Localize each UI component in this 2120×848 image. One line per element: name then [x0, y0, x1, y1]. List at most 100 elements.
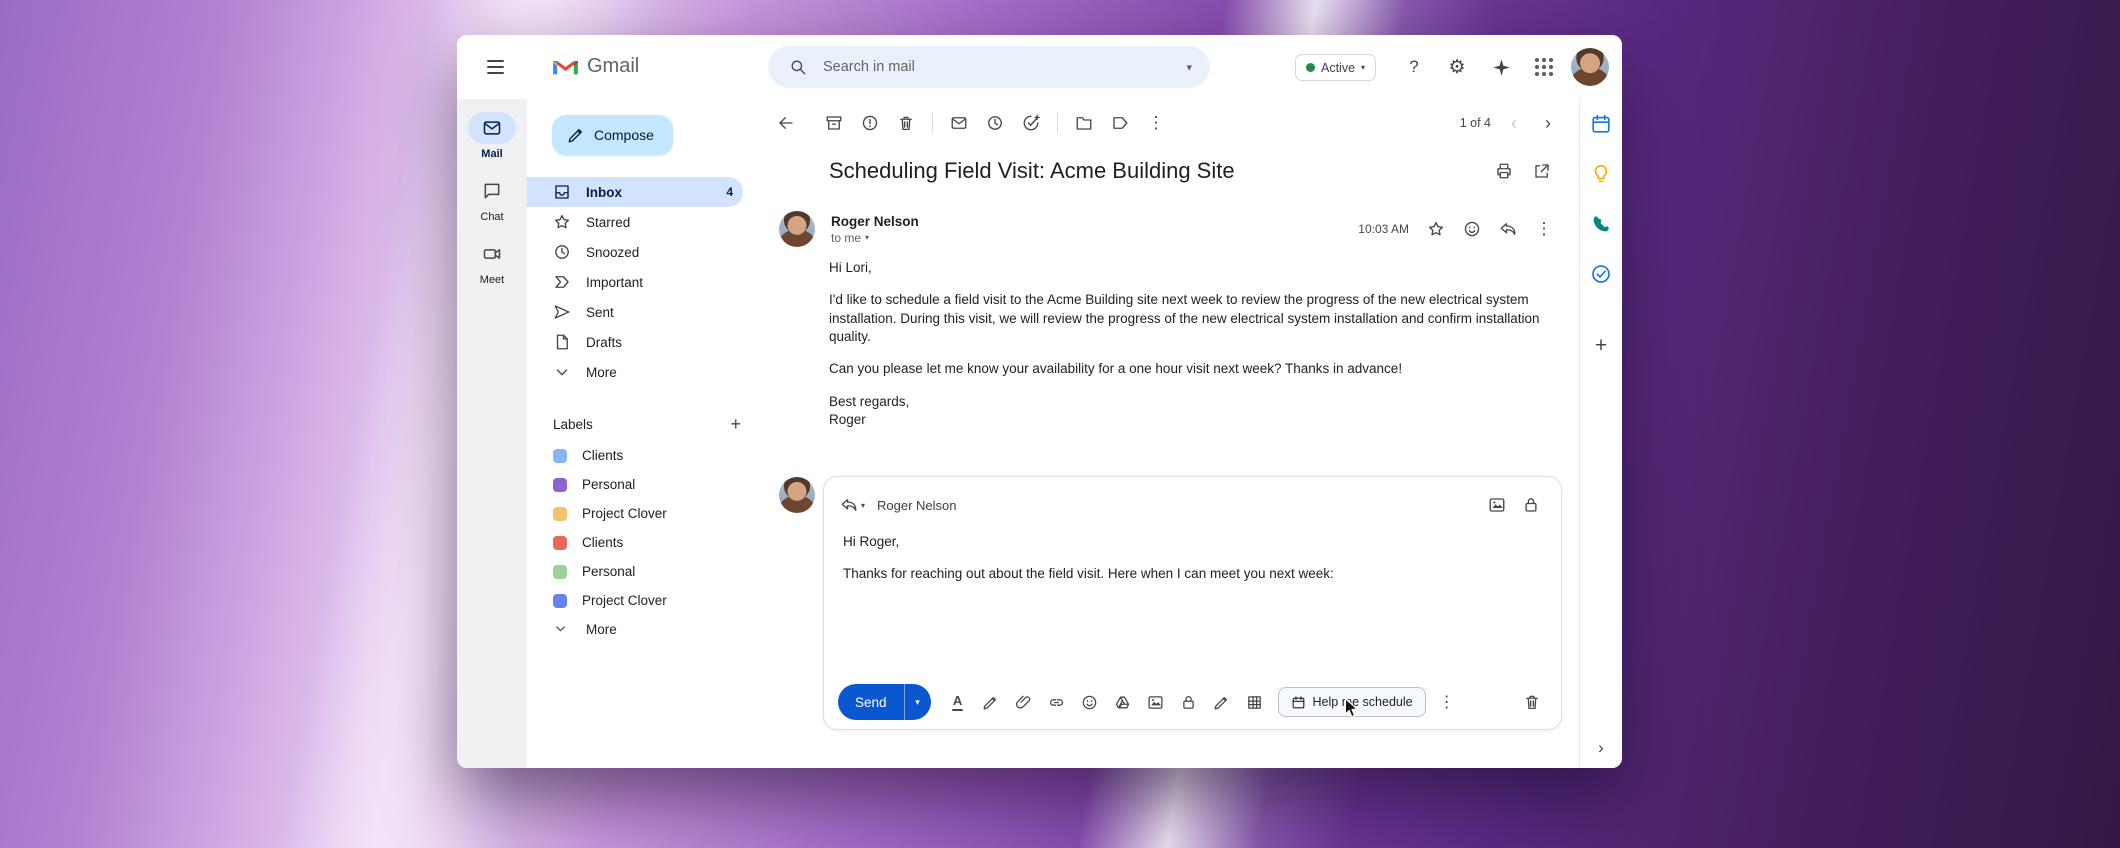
sidebar-item-inbox[interactable]: Inbox 4 — [527, 177, 743, 207]
sender-avatar[interactable] — [779, 211, 815, 247]
body-paragraph: Can you please let me know your availabi… — [829, 360, 1561, 378]
voice-phone-icon[interactable] — [1590, 213, 1612, 235]
google-side-panel: + › — [1579, 99, 1622, 768]
calendar-icon[interactable] — [1590, 113, 1612, 135]
toolbar-group-archive — [817, 106, 923, 140]
discard-draft-trash-icon[interactable] — [1517, 687, 1547, 717]
sidebar-item-more[interactable]: More — [527, 357, 743, 387]
mail-envelope-icon[interactable] — [468, 112, 516, 144]
reply-type-caret-icon[interactable]: ▾ — [861, 501, 865, 510]
inbox-icon — [553, 183, 571, 201]
sidebar-labels-more[interactable]: More — [527, 615, 743, 644]
add-to-tasks-icon[interactable] — [1014, 106, 1048, 140]
message-more-icon[interactable]: ⋮ — [1527, 212, 1561, 246]
refine-draft-pen-icon[interactable] — [978, 689, 1004, 715]
recipient-details-toggle[interactable]: to me ▾ — [831, 231, 919, 245]
formatting-options-icon[interactable]: A — [945, 689, 971, 715]
more-options-icon[interactable]: ⋮ — [1139, 106, 1173, 140]
gmail-logo: Gmail — [552, 55, 639, 78]
print-icon[interactable] — [1487, 154, 1521, 188]
compose-button[interactable]: Compose — [552, 115, 673, 155]
format-letter: A — [952, 694, 963, 711]
send-button[interactable]: Send — [838, 684, 904, 720]
sidebar-item-snoozed[interactable]: Snoozed — [527, 237, 743, 267]
meet-camera-icon[interactable] — [468, 238, 516, 270]
reply-draft-text[interactable]: Hi Roger, Thanks for reaching out about … — [824, 523, 1561, 608]
status-selector[interactable]: Active ▾ — [1295, 54, 1376, 81]
main-menu-icon[interactable] — [478, 50, 512, 84]
help-me-schedule-button[interactable]: Help me schedule — [1278, 687, 1426, 717]
insert-from-drive-icon[interactable] — [1110, 689, 1136, 715]
reply-icon[interactable] — [1491, 212, 1525, 246]
label-name: Personal — [582, 564, 635, 579]
back-to-inbox-icon[interactable] — [769, 106, 803, 140]
archive-icon[interactable] — [817, 106, 851, 140]
sidebar-item-starred[interactable]: Starred — [527, 207, 743, 237]
reply-arrow-icon[interactable] — [840, 496, 858, 514]
body-greeting: Hi Lori, — [829, 259, 1561, 277]
sidebar-item-drafts[interactable]: Drafts — [527, 327, 743, 357]
sidebar-label-clients-2[interactable]: Clients — [527, 528, 743, 557]
label-color-chip — [553, 565, 567, 579]
star-icon — [553, 213, 571, 231]
search-bar[interactable]: Search in mail ▾ — [768, 46, 1210, 88]
sidebar-label-project-clover[interactable]: Project Clover — [527, 499, 743, 528]
search-icon[interactable] — [786, 55, 810, 79]
open-in-new-icon[interactable] — [1525, 154, 1559, 188]
send-options-caret-icon[interactable]: ▾ — [904, 684, 931, 720]
sender-name: Roger Nelson — [831, 214, 919, 229]
insert-image-icon[interactable] — [1483, 491, 1511, 519]
sidebar-label-personal-2[interactable]: Personal — [527, 557, 743, 586]
insert-table-icon[interactable] — [1242, 689, 1268, 715]
support-icon[interactable]: ? — [1397, 50, 1431, 84]
move-to-folder-icon[interactable] — [1067, 106, 1101, 140]
attach-file-icon[interactable] — [1011, 689, 1037, 715]
hamburger-bar — [487, 66, 504, 68]
gmail-topbar: Gmail Search in mail ▾ Active ▾ ? ⚙ — [457, 35, 1622, 99]
sidebar-label-clients[interactable]: Clients — [527, 441, 743, 470]
emoji-reaction-icon[interactable] — [1455, 212, 1489, 246]
mark-unread-icon[interactable] — [942, 106, 976, 140]
confidential-mode-icon[interactable] — [1176, 689, 1202, 715]
sidebar-item-sent[interactable]: Sent — [527, 297, 743, 327]
insert-link-icon[interactable] — [1044, 689, 1070, 715]
tasks-icon[interactable] — [1590, 263, 1612, 285]
send-split-button[interactable]: Send ▾ — [838, 684, 931, 720]
subject-row: Scheduling Field Visit: Acme Building Si… — [829, 154, 1559, 188]
older-chevron-right-icon[interactable]: › — [1531, 106, 1565, 140]
snooze-icon[interactable] — [978, 106, 1012, 140]
status-caret-icon: ▾ — [1361, 63, 1365, 72]
rail-item-meet[interactable]: Meet — [468, 238, 516, 286]
insert-signature-icon[interactable] — [1209, 689, 1235, 715]
gemini-sparkle-icon[interactable] — [1484, 50, 1518, 84]
insert-photo-icon[interactable] — [1143, 689, 1169, 715]
rail-item-chat[interactable]: Chat — [468, 175, 516, 223]
reply-recipient-chip[interactable]: Roger Nelson — [877, 498, 957, 513]
label-name: Personal — [582, 477, 635, 492]
report-spam-icon[interactable] — [853, 106, 887, 140]
composer-more-icon[interactable]: ⋮ — [1434, 689, 1460, 715]
search-input[interactable]: Search in mail — [823, 59, 1173, 75]
sidebar-item-important[interactable]: Important — [527, 267, 743, 297]
insert-emoji-icon[interactable] — [1077, 689, 1103, 715]
lock-icon[interactable] — [1517, 491, 1545, 519]
reply-header-actions — [1483, 491, 1545, 519]
chat-bubble-icon[interactable] — [468, 175, 516, 207]
sidebar-label-project-clover-2[interactable]: Project Clover — [527, 586, 743, 615]
account-avatar[interactable] — [1571, 48, 1609, 86]
show-side-panel-chevron-icon[interactable]: › — [1598, 738, 1604, 758]
newer-chevron-left-icon[interactable]: ‹ — [1497, 106, 1531, 140]
search-options-caret-icon[interactable]: ▾ — [1186, 61, 1192, 74]
star-message-icon[interactable] — [1419, 212, 1453, 246]
send-plane-icon — [553, 303, 571, 321]
google-apps-grid-icon[interactable] — [1527, 50, 1561, 84]
rail-item-mail[interactable]: Mail — [468, 112, 516, 160]
sidebar-label-personal[interactable]: Personal — [527, 470, 743, 499]
create-label-plus-icon[interactable]: + — [730, 415, 741, 433]
sidebar-important-label: Important — [586, 275, 643, 290]
settings-gear-icon[interactable]: ⚙ — [1440, 50, 1474, 84]
get-add-ons-plus-icon[interactable]: + — [1595, 335, 1607, 356]
delete-trash-icon[interactable] — [889, 106, 923, 140]
keep-notes-icon[interactable] — [1590, 163, 1612, 185]
labels-tag-icon[interactable] — [1103, 106, 1137, 140]
